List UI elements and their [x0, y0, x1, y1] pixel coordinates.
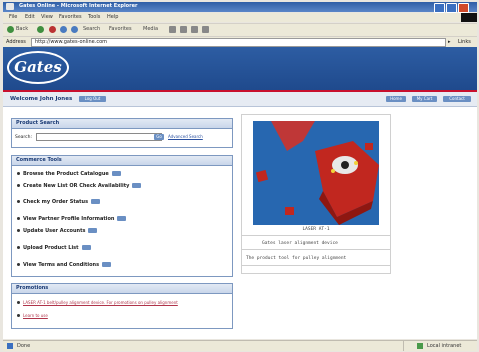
status-bar: Done Local intranet — [3, 340, 477, 351]
go-button[interactable] — [132, 183, 142, 188]
address-input[interactable]: http://www.gates-online.com — [31, 38, 446, 47]
product-feature: LASER AT-1 Gates laser alignment device … — [241, 114, 391, 274]
go-button[interactable] — [102, 262, 112, 267]
menu-favorites[interactable]: Favorites — [59, 14, 82, 20]
go-button[interactable] — [81, 245, 91, 250]
menu-help[interactable]: Help — [107, 14, 118, 20]
media-button[interactable]: Media — [143, 26, 158, 32]
commerce-item-upload[interactable]: Upload Product List — [17, 245, 91, 251]
go-button[interactable] — [88, 228, 98, 233]
home-icon[interactable] — [71, 26, 78, 33]
commerce-tools-panel: Commerce Tools Browse the Product Catalo… — [11, 155, 233, 277]
menu-view[interactable]: View — [41, 14, 53, 20]
go-button[interactable] — [91, 199, 101, 204]
my-cart-button[interactable]: My Cart — [412, 96, 437, 102]
product-search-panel: Product Search Search: Go Advanced Searc… — [11, 118, 233, 148]
maximize-button[interactable] — [446, 3, 457, 13]
welcome-bar: Welcome John Jones Log Out Home My Cart … — [3, 92, 477, 107]
divider — [403, 341, 404, 351]
commerce-item-label[interactable]: Browse the Product Catalogue — [23, 171, 109, 177]
commerce-item-label[interactable]: View Partner Profile Information — [23, 216, 114, 222]
security-zone: Local intranet — [427, 343, 462, 349]
commerce-item-label[interactable]: Update User Accounts — [23, 228, 85, 234]
promotion-link[interactable]: Learn to use — [23, 313, 48, 318]
page-icon — [7, 343, 13, 349]
history-icon[interactable] — [169, 26, 176, 33]
search-label: Search: — [15, 135, 32, 140]
menu-tools[interactable]: Tools — [88, 14, 100, 20]
commerce-item-create-list[interactable]: Create New List OR Check Availability — [17, 183, 142, 189]
product-description: The product tool for pulley alignment — [246, 256, 347, 261]
divider — [242, 235, 390, 236]
commerce-item-label[interactable]: Create New List OR Check Availability — [23, 183, 129, 189]
mail-icon[interactable] — [180, 26, 187, 33]
search-button[interactable]: Search — [83, 26, 100, 32]
commerce-item-label[interactable]: Check my Order Status — [23, 199, 88, 205]
gates-logo[interactable]: Gates — [7, 51, 69, 84]
laser-device-illustration — [253, 121, 379, 225]
address-label: Address — [6, 39, 26, 45]
back-icon[interactable] — [7, 26, 14, 33]
home-button[interactable]: Home — [386, 96, 406, 102]
back-button[interactable]: Back — [16, 26, 28, 32]
commerce-item-label[interactable]: View Terms and Conditions — [23, 262, 99, 268]
promotion-item[interactable]: LASER AT-1 belt/pulley alignment device.… — [17, 300, 178, 306]
site-header: Gates — [3, 47, 477, 90]
menu-edit[interactable]: Edit — [25, 14, 35, 20]
logo-text: Gates — [14, 58, 62, 76]
commerce-item-terms[interactable]: View Terms and Conditions — [17, 262, 112, 268]
panel-title: Product Search — [12, 119, 232, 129]
print-icon[interactable] — [191, 26, 198, 33]
browser-icon — [6, 3, 14, 10]
product-name: Gates laser alignment device — [262, 241, 338, 246]
product-image[interactable] — [253, 121, 379, 225]
close-button[interactable] — [458, 3, 469, 13]
promotions-panel: Promotions LASER AT-1 belt/pulley alignm… — [11, 283, 233, 329]
commerce-item-label[interactable]: Upload Product List — [23, 245, 79, 251]
divider — [242, 265, 390, 266]
welcome-text: Welcome John Jones — [10, 96, 73, 102]
search-input[interactable] — [36, 133, 162, 141]
minimize-button[interactable] — [434, 3, 445, 13]
status-text: Done — [17, 343, 31, 349]
commerce-item-order-status[interactable]: Check my Order Status — [17, 199, 101, 205]
promotion-link[interactable]: LASER AT-1 belt/pulley alignment device.… — [23, 300, 178, 305]
go-arrow-icon[interactable]: ▸ — [448, 39, 451, 45]
stop-icon[interactable] — [49, 26, 56, 33]
go-button[interactable] — [117, 216, 127, 221]
links-label[interactable]: Links — [458, 39, 471, 45]
browser-toolbar: Back Search Favorites Media — [3, 23, 477, 36]
refresh-icon[interactable] — [60, 26, 67, 33]
search-go-button[interactable]: Go — [154, 134, 164, 140]
windows-logo-icon — [461, 13, 477, 22]
divider — [242, 249, 390, 250]
advanced-search-link[interactable]: Advanced Search — [168, 134, 203, 139]
contact-button[interactable]: Contact — [443, 96, 471, 102]
favorites-button[interactable]: Favorites — [109, 26, 132, 32]
panel-title: Commerce Tools — [12, 156, 232, 166]
forward-icon[interactable] — [37, 26, 44, 33]
window-title-bar: Gates Online - Microsoft Internet Explor… — [3, 2, 477, 13]
product-code: LASER AT-1 — [302, 227, 330, 232]
commerce-item-partner-profile[interactable]: View Partner Profile Information — [17, 216, 127, 222]
zone-icon — [417, 343, 423, 349]
menu-bar: File Edit View Favorites Tools Help — [3, 13, 477, 22]
window-title: Gates Online - Microsoft Internet Explor… — [19, 3, 138, 9]
promotion-item[interactable]: Learn to use — [17, 313, 48, 319]
logout-button[interactable]: Log Out — [79, 96, 106, 102]
commerce-item-user-accounts[interactable]: Update User Accounts — [17, 228, 98, 234]
go-button[interactable] — [111, 171, 121, 176]
menu-file[interactable]: File — [9, 14, 17, 20]
panel-title: Promotions — [12, 284, 232, 294]
edit-icon[interactable] — [202, 26, 209, 33]
commerce-item-browse[interactable]: Browse the Product Catalogue — [17, 171, 121, 177]
